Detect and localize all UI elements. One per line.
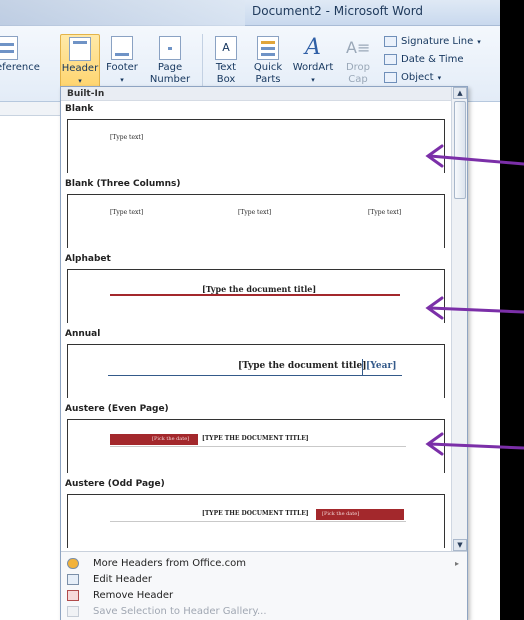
- cross-reference-label: eference: [0, 62, 40, 73]
- quick-parts-label-line1: Quick: [253, 62, 283, 73]
- gallery-item-title: Austere (Odd Page): [65, 479, 165, 489]
- save-selection-icon: [67, 605, 79, 617]
- more-headers-menu-item[interactable]: More Headers from Office.com ▸: [61, 555, 467, 571]
- edit-header-menu-item[interactable]: Edit Header: [61, 571, 467, 587]
- placeholder-text: [Pick the date]: [152, 436, 190, 442]
- gallery-item-austere-even[interactable]: [Pick the date] [TYPE THE DOCUMENT TITLE…: [67, 419, 445, 473]
- object-label: Object: [401, 72, 434, 83]
- page-number-button[interactable]: Page Number: [144, 36, 196, 86]
- footer-icon: [111, 36, 133, 60]
- footer-label: Footer: [106, 62, 138, 73]
- drop-cap-label-line2: Cap: [348, 74, 368, 85]
- drop-cap-icon: A≡: [346, 38, 371, 57]
- window-title: Document2 - Microsoft Word: [252, 4, 424, 18]
- page-number-label-line2: Number: [149, 74, 191, 85]
- drop-cap-button[interactable]: A≡ Drop Cap: [340, 36, 376, 86]
- signature-icon: [384, 36, 397, 47]
- gallery-category-header: Built-In: [61, 87, 451, 101]
- gallery-item-title: Austere (Even Page): [65, 404, 169, 414]
- placeholder-text: [TYPE THE DOCUMENT TITLE]: [202, 510, 309, 517]
- cross-reference-icon: [0, 36, 18, 60]
- signature-line-button[interactable]: Signature Line ▾: [384, 36, 481, 47]
- rule-line: [110, 446, 406, 447]
- title-bar: Document2 - Microsoft Word: [0, 0, 524, 26]
- gallery-item-austere-odd[interactable]: [TYPE THE DOCUMENT TITLE] [Pick the date…: [67, 494, 445, 548]
- gallery-item-title: Blank (Three Columns): [65, 179, 181, 189]
- object-icon: [384, 72, 397, 83]
- horizontal-ruler: [0, 102, 60, 116]
- save-selection-menu-item[interactable]: Save Selection to Header Gallery...: [61, 603, 467, 619]
- chevron-down-icon: ▾: [311, 76, 315, 84]
- text-box-label-line2: Box: [216, 74, 236, 85]
- placeholder-text: [Type text]: [238, 209, 272, 216]
- placeholder-text: [Type text]: [110, 134, 144, 141]
- chevron-down-icon: ▾: [477, 37, 481, 46]
- more-headers-label: More Headers from Office.com: [93, 557, 246, 569]
- gallery-item-blank[interactable]: [Type text]: [67, 119, 445, 173]
- title-underline: [110, 294, 400, 296]
- quick-parts-label-line2: Parts: [255, 74, 281, 85]
- text-box-label-line1: Text: [215, 62, 237, 73]
- wordart-button[interactable]: A WordArt ▾: [290, 36, 336, 86]
- scroll-up-icon[interactable]: ▲: [453, 87, 467, 99]
- remove-header-label: Remove Header: [93, 589, 174, 601]
- edit-header-label: Edit Header: [93, 573, 152, 585]
- placeholder-text: [Type the document title]: [238, 361, 367, 371]
- title-bar-background: [0, 0, 245, 26]
- office-online-icon: [67, 557, 79, 569]
- scroll-thumb[interactable]: [454, 101, 466, 199]
- header-gallery: Built-In Blank [Type text] Blank (Three …: [60, 86, 468, 620]
- placeholder-text: [Year]: [366, 361, 397, 371]
- header-button[interactable]: Header ▾: [60, 34, 100, 92]
- page-number-icon: [159, 36, 181, 60]
- placeholder-text: [Type text]: [368, 209, 402, 216]
- quick-parts-icon: [257, 36, 279, 60]
- placeholder-text: [Type text]: [110, 209, 144, 216]
- gallery-item-annual[interactable]: [Type the document title] [Year]: [67, 344, 445, 398]
- remove-header-menu-item[interactable]: Remove Header: [61, 587, 467, 603]
- signature-line-label: Signature Line: [401, 36, 474, 47]
- date-time-button[interactable]: Date & Time: [384, 54, 464, 65]
- document-area: [0, 117, 60, 620]
- header-label: Header: [61, 63, 99, 74]
- text-box-button[interactable]: A Text Box: [208, 36, 244, 86]
- date-time-label: Date & Time: [401, 54, 464, 65]
- remove-header-icon: [67, 589, 79, 601]
- placeholder-text: [Type the document title]: [202, 284, 317, 294]
- document-area-right: [472, 102, 500, 620]
- wordart-label: WordArt: [292, 62, 334, 73]
- gallery-item-title: Blank: [65, 104, 94, 114]
- gallery-item-title: Alphabet: [65, 254, 111, 264]
- page-number-label-line1: Page: [157, 62, 183, 73]
- gallery-item-alphabet[interactable]: [Type the document title]: [67, 269, 445, 323]
- scroll-down-icon[interactable]: ▼: [453, 539, 467, 551]
- gallery-item-title: Annual: [65, 329, 101, 339]
- placeholder-text: [TYPE THE DOCUMENT TITLE]: [202, 435, 309, 442]
- title-underline: [108, 375, 402, 376]
- quick-parts-button[interactable]: Quick Parts: [248, 36, 288, 86]
- header-icon: [69, 37, 91, 61]
- object-button[interactable]: Object ▾: [384, 72, 441, 83]
- text-box-icon: A: [215, 36, 237, 60]
- divider: [362, 359, 363, 375]
- chevron-down-icon: ▾: [437, 73, 442, 82]
- placeholder-text: [Pick the date]: [322, 511, 360, 517]
- right-black-border: [500, 0, 524, 620]
- gallery-menu: More Headers from Office.com ▸ Edit Head…: [61, 551, 467, 620]
- drop-cap-label-line1: Drop: [345, 62, 371, 73]
- chevron-down-icon: ▾: [120, 76, 124, 84]
- calendar-icon: [384, 54, 397, 65]
- save-selection-label: Save Selection to Header Gallery...: [93, 605, 267, 617]
- wordart-icon: A: [305, 35, 321, 60]
- rule-line: [110, 521, 406, 522]
- footer-button[interactable]: Footer ▾: [103, 36, 141, 86]
- gallery-item-blank-three-columns[interactable]: [Type text] [Type text] [Type text]: [67, 194, 445, 248]
- gallery-scrollbar[interactable]: ▲ ▼: [451, 87, 467, 551]
- submenu-arrow-icon: ▸: [454, 558, 459, 568]
- cross-reference-button[interactable]: eference: [0, 36, 50, 74]
- edit-header-icon: [67, 573, 79, 585]
